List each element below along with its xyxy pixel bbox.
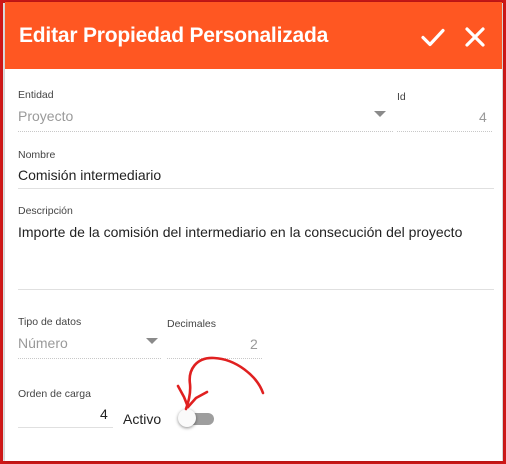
chevron-down-icon [146, 338, 158, 344]
decimales-field[interactable]: 2 [250, 336, 258, 352]
nombre-input[interactable]: Comisión intermediario [18, 167, 161, 183]
tipo-datos-value: Número [18, 335, 68, 351]
confirm-button[interactable] [420, 24, 446, 50]
activo-label: Activo [123, 411, 162, 427]
entidad-label: Entidad [18, 89, 54, 101]
dialog-header: Editar Propiedad Personalizada [5, 2, 502, 69]
chevron-down-icon [374, 111, 386, 117]
entidad-underline [18, 131, 393, 132]
descripcion-label: Descripción [18, 205, 73, 217]
id-underline [397, 131, 492, 132]
edit-custom-property-dialog: Editar Propiedad Personalizada Entidad P… [5, 2, 502, 461]
descripcion-underline [18, 289, 494, 290]
entidad-value: Proyecto [18, 108, 74, 124]
orden-carga-label: Orden de carga [18, 388, 91, 400]
decimales-underline [167, 358, 262, 359]
decimales-label: Decimales [167, 318, 217, 330]
descripcion-textarea[interactable]: Importe de la comisión del intermediario… [18, 224, 462, 240]
nombre-label: Nombre [18, 149, 56, 161]
close-icon [465, 27, 485, 47]
check-icon [421, 28, 445, 47]
toggle-knob [178, 409, 196, 427]
orden-carga-underline [18, 427, 113, 428]
activo-toggle[interactable] [178, 407, 220, 429]
tipo-datos-label: Tipo de datos [18, 316, 82, 328]
nombre-underline [18, 188, 494, 189]
id-field[interactable]: 4 [479, 109, 487, 125]
orden-carga-input[interactable]: 4 [100, 406, 108, 422]
close-button[interactable] [462, 24, 488, 50]
id-label: Id [397, 91, 406, 103]
tipo-datos-underline [18, 358, 161, 359]
dialog-title: Editar Propiedad Personalizada [19, 24, 329, 47]
